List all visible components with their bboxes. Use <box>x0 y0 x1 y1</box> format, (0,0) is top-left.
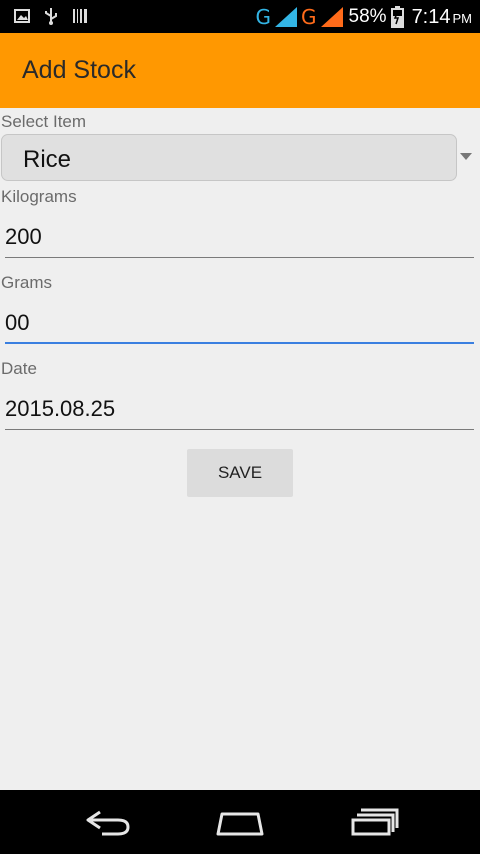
network-type-1: G <box>255 5 272 29</box>
kilograms-underline <box>5 257 474 258</box>
date-field[interactable]: 2015.08.25 <box>5 390 474 430</box>
status-bar: G G 58% 7:14 PM <box>0 0 480 33</box>
recent-apps-icon[interactable] <box>347 806 403 838</box>
signal-icon <box>275 7 298 27</box>
date-label: Date <box>1 359 37 378</box>
grams-value: 00 <box>5 310 30 335</box>
kilograms-field[interactable]: 200 <box>5 218 474 258</box>
app-bar: Add Stock <box>0 33 480 108</box>
kilograms-value: 200 <box>5 224 42 249</box>
signal-icon-2 <box>320 7 343 27</box>
grams-label: Grams <box>1 273 52 292</box>
clock-time: 7:14 <box>411 5 451 28</box>
status-indicators: G G 58% 7:14 PM <box>256 3 472 31</box>
item-spinner[interactable]: Rice <box>1 134 457 181</box>
notification-icons <box>14 6 88 26</box>
grams-field[interactable]: 00 <box>5 304 474 344</box>
battery-percentage: 58% <box>348 6 387 27</box>
battery-icon <box>390 6 404 28</box>
date-underline <box>5 429 474 430</box>
screen: G G 58% 7:14 PM Add Stock Select Item Ric… <box>0 0 480 854</box>
select-item-label: Select Item <box>1 112 87 131</box>
clock: 7:14 PM <box>412 6 472 29</box>
usb-icon <box>45 8 57 25</box>
page-title: Add Stock <box>22 56 136 84</box>
barcode-icon <box>73 9 87 23</box>
kilograms-label: Kilograms <box>1 187 77 206</box>
dropdown-arrow-icon[interactable] <box>460 153 472 160</box>
back-icon[interactable] <box>80 806 136 838</box>
item-spinner-value: Rice <box>23 146 72 173</box>
grams-underline <box>5 342 474 344</box>
home-icon[interactable] <box>212 806 268 838</box>
date-value: 2015.08.25 <box>5 396 116 421</box>
navigation-bar <box>0 790 480 854</box>
gallery-icon <box>14 9 30 23</box>
clock-ampm: PM <box>452 10 473 26</box>
save-button[interactable]: SAVE <box>187 449 293 497</box>
network-type-2: G <box>301 5 317 29</box>
